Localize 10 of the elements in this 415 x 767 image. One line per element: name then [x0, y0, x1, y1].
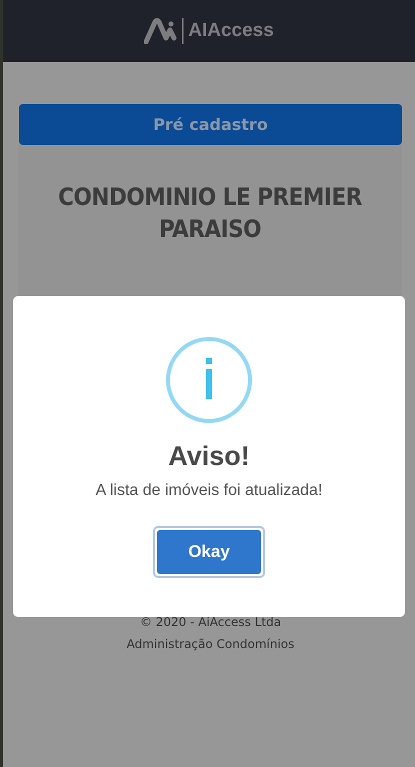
condominium-title: CONDOMINIO LE PREMIER PARAISO	[57, 182, 363, 245]
footer-text: © 2020 - AiAccess Ltda	[140, 614, 282, 630]
dialog-title: Aviso!	[168, 440, 250, 472]
info-icon	[165, 336, 253, 424]
okay-button[interactable]: Okay	[157, 530, 261, 574]
footer-text: Administração Condomínios	[126, 636, 294, 652]
pre-register-button[interactable]: Pré cadastro	[19, 104, 402, 145]
logo-icon	[144, 18, 184, 44]
logo-text: AIAccess	[188, 20, 274, 42]
dialog-message: A lista de imóveis foi atualizada!	[96, 482, 322, 500]
